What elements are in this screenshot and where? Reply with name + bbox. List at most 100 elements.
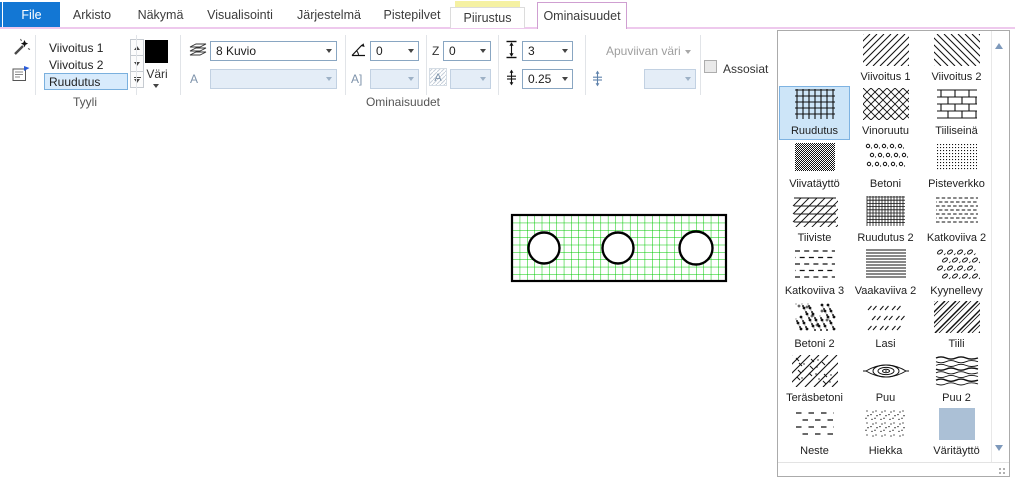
gallery-item-label: Hiekka [869, 445, 903, 458]
hole-circle[interactable] [603, 233, 634, 264]
chevron-down-icon[interactable] [557, 42, 572, 60]
scroll-up-button[interactable] [130, 39, 144, 56]
gallery-footer [778, 462, 1009, 476]
gallery-item-betoni[interactable]: Betoni [850, 140, 921, 193]
pattern-swatch-tiili-icon [934, 301, 980, 338]
group-separator [345, 35, 346, 95]
line-spacing-icon [505, 69, 518, 91]
pattern-swatch-neste-icon [792, 408, 838, 445]
gallery-item-ruudutus[interactable]: Ruudutus [779, 86, 850, 139]
angle-combo[interactable]: 0 [370, 41, 419, 61]
gallery-item-label: Ruudutus [791, 125, 838, 138]
pattern-swatch-tiiviste-icon [792, 195, 838, 232]
tab-label: Näkymä [138, 8, 184, 22]
layer-combo[interactable]: 8 Kuvio [210, 41, 337, 61]
pattern-swatch-puu-icon [863, 355, 909, 392]
tab-j-rjestelm[interactable]: Järjestelmä [292, 3, 366, 27]
gallery-item-v-rit-ytt[interactable]: Väritäyttö [921, 407, 992, 460]
pattern-swatch-ter-sbetoni-icon [792, 355, 838, 392]
group-separator [426, 35, 427, 95]
text-a-bracket-label: A] [351, 72, 362, 86]
gallery-item-puu[interactable]: Puu [850, 353, 921, 406]
chevron-down-icon[interactable] [153, 84, 159, 88]
layer-icon [187, 42, 207, 63]
tab-pistepilvet[interactable]: Pistepilvet [376, 3, 448, 27]
spacing-combo[interactable]: 0.25 [522, 69, 573, 89]
chevron-down-icon[interactable] [557, 70, 572, 88]
gallery-item-viivat-ytt[interactable]: Viivatäyttö [779, 140, 850, 193]
gallery-item-ruudutus-2[interactable]: Ruudutus 2 [850, 193, 921, 246]
pattern-swatch-viivat-ytt-icon [792, 141, 838, 178]
aux-color-label: Apuviivan väri [606, 44, 691, 58]
color-button-label[interactable]: Väri [136, 67, 178, 81]
gallery-item-label: Tiiviste [798, 232, 832, 245]
hatch-style-list[interactable]: Viivoitus 1 Viivoitus 2 Ruudutus [44, 39, 128, 90]
gallery-item-neste[interactable]: Neste [779, 407, 850, 460]
pattern-swatch-viivoitus-2-icon [934, 34, 980, 71]
tab-label: Ominaisuudet [543, 9, 620, 23]
gallery-item-pisteverkko[interactable]: Pisteverkko [921, 140, 992, 193]
associative-checkbox[interactable] [704, 60, 717, 73]
gallery-item-vinoruutu[interactable]: Vinoruutu [850, 86, 921, 139]
gallery-item-vaakaviiva-2[interactable]: Vaakaviiva 2 [850, 247, 921, 300]
tab-label: Arkisto [73, 8, 111, 22]
group-separator [700, 35, 701, 95]
gallery-item-label: Viivoitus 1 [861, 71, 911, 84]
line-spacing-secondary-icon[interactable] [591, 70, 604, 92]
tab-arkisto[interactable]: Arkisto [65, 3, 119, 27]
gallery-item-label: Viivatäyttö [789, 178, 840, 191]
tab-file[interactable]: File [3, 2, 60, 27]
gallery-item-viivoitus-1[interactable]: Viivoitus 1 [850, 33, 921, 86]
magic-wand-icon [12, 38, 31, 57]
style-list-item[interactable]: Viivoitus 1 [44, 39, 128, 56]
gallery-item-tiili[interactable]: Tiili [921, 300, 992, 353]
chevron-down-icon[interactable] [475, 42, 490, 60]
gallery-item-viivoitus-2[interactable]: Viivoitus 2 [921, 33, 992, 86]
gallery-item-label: Väritäyttö [933, 445, 979, 458]
height-combo[interactable]: 3 [522, 41, 573, 61]
resize-grip-icon[interactable] [999, 468, 1001, 470]
pattern-swatch-katkoviiva-2-icon [934, 195, 980, 232]
text-height-combo-disabled [370, 69, 419, 89]
gallery-item-kyynellevy[interactable]: Kyynellevy [921, 247, 992, 300]
chevron-down-icon[interactable] [321, 42, 336, 60]
angle-icon [350, 41, 367, 63]
hole-circle[interactable] [680, 232, 713, 265]
scroll-up-icon[interactable] [995, 43, 1003, 49]
tab-label: Pistepilvet [384, 8, 441, 22]
gallery-item-katkoviiva-3[interactable]: Katkoviiva 3 [779, 247, 850, 300]
drawing-canvas-shape[interactable] [505, 208, 735, 290]
pattern-swatch-lasi-icon [863, 301, 909, 338]
properties-dialog-button[interactable] [12, 66, 30, 87]
gallery-item-puu-2[interactable]: Puu 2 [921, 353, 992, 406]
tab-label: Järjestelmä [297, 8, 361, 22]
tab-ominaisuudet[interactable]: Ominaisuudet [537, 2, 627, 29]
gallery-item-label: Katkoviiva 3 [785, 285, 844, 298]
tab-n-kym[interactable]: Näkymä [131, 3, 190, 27]
gallery-scrollbar[interactable] [991, 31, 1009, 462]
tab-visualisointi[interactable]: Visualisointi [199, 3, 281, 27]
z-combo[interactable]: 0 [443, 41, 491, 61]
pattern-swatch-pisteverkko-icon [934, 141, 980, 178]
style-list-item[interactable]: Viivoitus 2 [44, 56, 128, 73]
gallery-item-label: Viivoitus 2 [932, 71, 982, 84]
scroll-down-icon[interactable] [995, 445, 1003, 451]
tab-piirustus[interactable]: Piirustus [450, 7, 525, 28]
pattern-swatch-ruudutus-2-icon [863, 195, 909, 232]
gallery-item-lasi[interactable]: Lasi [850, 300, 921, 353]
gallery-item-tiilisein[interactable]: Tiiliseinä [921, 86, 992, 139]
hole-circle[interactable] [529, 233, 560, 264]
pattern-swatch-puu-2-icon [934, 355, 980, 392]
gallery-item-hiekka[interactable]: Hiekka [850, 407, 921, 460]
hatched-text-icon: A [429, 68, 447, 91]
gallery-item-tiiviste[interactable]: Tiiviste [779, 193, 850, 246]
format-painter-button[interactable] [12, 38, 31, 62]
style-list-item-selected[interactable]: Ruudutus [44, 73, 128, 90]
pattern-swatch-kyynellevy-icon [934, 248, 980, 285]
color-swatch[interactable] [145, 40, 168, 63]
gallery-item-betoni-2[interactable]: Betoni 2 [779, 300, 850, 353]
gallery-item-ter-sbetoni[interactable]: Teräsbetoni [779, 353, 850, 406]
gallery-item-katkoviiva-2[interactable]: Katkoviiva 2 [921, 193, 992, 246]
gallery-item-empty [779, 33, 850, 86]
chevron-down-icon[interactable] [403, 42, 418, 60]
